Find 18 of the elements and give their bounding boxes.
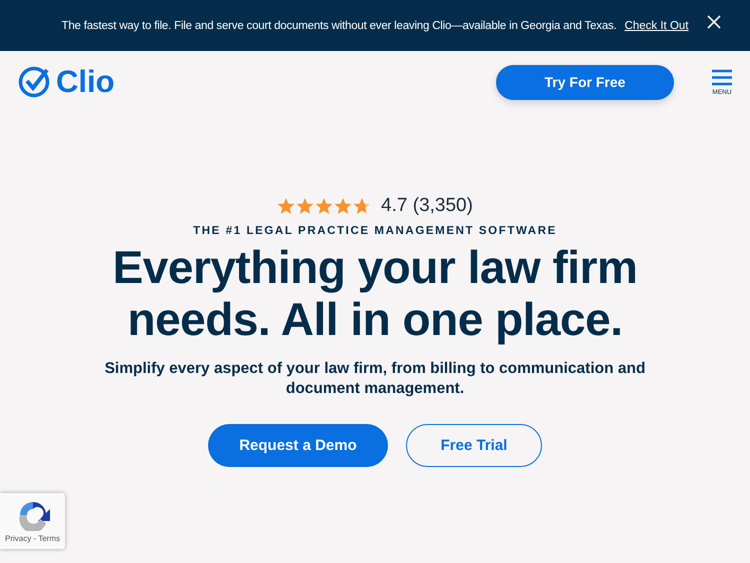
checkmark-logo-icon: [18, 66, 50, 98]
hero-subtitle: Simplify every aspect of your law firm, from billing to communication and document management.: [104, 359, 646, 399]
rating-text: 4.7 (3,350): [381, 195, 473, 217]
privacy-terms-links[interactable]: Privacy - Terms: [5, 534, 60, 543]
star-icon: [334, 198, 352, 214]
star-icon: [353, 198, 372, 214]
check-it-out-link[interactable]: Check It Out: [624, 20, 688, 32]
hero-title: Everything your law firm needs. All in one place.: [112, 241, 638, 345]
free-trial-button[interactable]: Free Trial: [406, 424, 542, 467]
close-icon[interactable]: [706, 14, 722, 30]
star-icon: [315, 198, 334, 214]
banner-text: The fastest way to file. File and serve court documents without ever leaving Clio—available in Georgia and Texas.: [62, 20, 617, 32]
logo-text: Clio: [56, 64, 115, 100]
star-icon: [296, 198, 314, 214]
try-for-free-button[interactable]: Try For Free: [496, 64, 674, 100]
star-icon: [277, 198, 296, 214]
request-demo-button[interactable]: Request a Demo: [208, 424, 388, 467]
eyebrow-text: THE #1 LEGAL PRACTICE MANAGEMENT SOFTWARE: [193, 225, 557, 237]
